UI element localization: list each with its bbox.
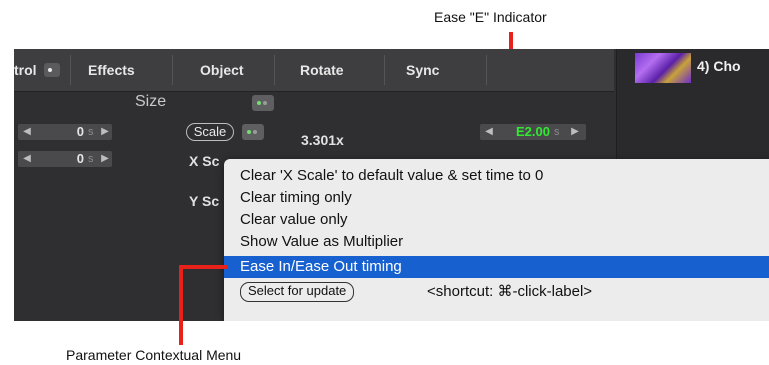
menu-row-select-update: Select for update <shortcut: ⌘-click-lab…	[224, 281, 769, 303]
size-toggle[interactable]	[252, 95, 274, 111]
menu-item-clear-default[interactable]: Clear 'X Scale' to default value & set t…	[224, 165, 769, 187]
time-unit: s	[88, 153, 94, 165]
tab-divider	[486, 55, 487, 85]
scale-toggle[interactable]	[242, 124, 264, 140]
tab-bar: trol Effects Object Rotate Sync	[14, 49, 614, 92]
decrement-arrow-icon[interactable]: ◀	[20, 151, 34, 167]
menu-item-clear-value[interactable]: Clear value only	[224, 209, 769, 231]
shortcut-hint: <shortcut: ⌘-click-label>	[427, 283, 593, 300]
ease-time-stepper[interactable]: ◀ E2.00 s ▶	[480, 124, 586, 140]
increment-arrow-icon[interactable]: ▶	[568, 124, 582, 140]
media-item-label[interactable]: 4) Cho	[697, 58, 741, 74]
menu-item-label: Show Value as Multiplier	[240, 233, 404, 250]
time-unit: s	[554, 126, 560, 138]
tab-effects[interactable]: Effects	[88, 59, 135, 81]
scale-value[interactable]: 3.301x	[301, 132, 344, 148]
ease-time-value[interactable]: E2.00	[498, 124, 550, 140]
context-menu-pointer-line	[179, 265, 183, 345]
menu-item-label: Ease In/Ease Out timing	[240, 258, 402, 275]
tab-divider	[70, 55, 71, 85]
time-value[interactable]: 0	[58, 124, 84, 140]
tab-divider	[274, 55, 275, 85]
menu-item-label: Clear 'X Scale' to default value & set t…	[240, 167, 544, 184]
menu-item-show-multiplier[interactable]: Show Value as Multiplier	[224, 231, 769, 253]
decrement-arrow-icon[interactable]: ◀	[20, 124, 34, 140]
increment-arrow-icon[interactable]: ▶	[98, 151, 112, 167]
decrement-arrow-icon[interactable]: ◀	[482, 124, 496, 140]
context-menu-pointer-arm	[179, 265, 227, 269]
tab-divider	[172, 55, 173, 85]
menu-item-clear-timing[interactable]: Clear timing only	[224, 187, 769, 209]
tab-divider	[384, 55, 385, 85]
tab-object[interactable]: Object	[200, 59, 244, 81]
tab-sync[interactable]: Sync	[406, 59, 439, 81]
tab-control[interactable]: trol	[14, 59, 37, 81]
select-for-update-button[interactable]: Select for update	[240, 282, 355, 302]
context-menu-annotation: Parameter Contextual Menu	[66, 347, 242, 363]
y-scale-label[interactable]: Y Sc	[189, 193, 219, 209]
menu-item-label: Clear value only	[240, 211, 348, 228]
increment-arrow-icon[interactable]: ▶	[98, 124, 112, 140]
time-stepper-row1[interactable]: ◀ 0 s ▶	[18, 124, 112, 140]
tab-rotate[interactable]: Rotate	[300, 59, 344, 81]
time-value[interactable]: 0	[58, 151, 84, 167]
menu-item-ease-timing[interactable]: Ease In/Ease Out timing	[224, 256, 769, 278]
scale-label-button[interactable]: Scale	[186, 123, 234, 141]
time-unit: s	[88, 126, 94, 138]
parameter-context-menu: Clear 'X Scale' to default value & set t…	[224, 159, 769, 321]
size-label: Size	[135, 93, 167, 110]
ease-indicator-annotation: Ease "E" Indicator	[434, 9, 547, 25]
app-panel: trol Effects Object Rotate Sync 4) Cho S…	[14, 49, 769, 321]
media-thumbnail[interactable]	[635, 53, 691, 83]
control-tab-button[interactable]	[44, 63, 60, 77]
x-scale-label[interactable]: X Sc	[189, 153, 219, 169]
menu-item-label: Clear timing only	[240, 189, 352, 206]
time-stepper-row2[interactable]: ◀ 0 s ▶	[18, 151, 112, 167]
